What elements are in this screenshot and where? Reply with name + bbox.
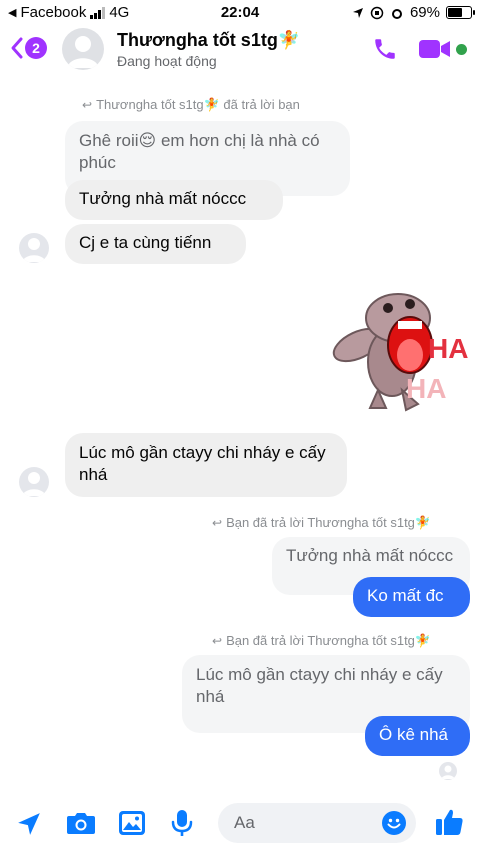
battery-icon <box>446 6 475 19</box>
reply-note: ↩ Thươngha tốt s1tg🧚 đã trả lời bạn <box>82 97 300 113</box>
contact-avatar-small[interactable] <box>19 233 49 263</box>
sticker-text: HA <box>428 333 468 364</box>
gallery-button[interactable] <box>118 810 146 841</box>
contact-name[interactable]: Thươngha tốt s1tg🧚 <box>117 30 300 51</box>
contact-avatar-small[interactable] <box>19 467 49 497</box>
default-avatar-icon <box>22 238 46 262</box>
message-input-field[interactable] <box>218 803 416 843</box>
reply-note: ↩ Bạn đã trả lời Thươngha tốt s1tg🧚 <box>212 633 431 649</box>
reply-note-text: Bạn đã trả lời Thươngha tốt s1tg🧚 <box>226 515 432 530</box>
microphone-icon <box>171 810 193 836</box>
camera-button[interactable] <box>66 811 96 840</box>
voice-message-button[interactable] <box>170 809 194 842</box>
reply-note: ↩ Bạn đã trả lời Thươngha tốt s1tg🧚 <box>212 515 431 531</box>
image-icon <box>119 811 145 835</box>
composer-bar <box>0 795 480 853</box>
reply-arrow-icon: ↩ <box>82 98 93 112</box>
laughing-bunny-sticker[interactable]: HA HA <box>330 290 470 418</box>
location-arrow-icon <box>18 813 40 835</box>
reply-note-text: Bạn đã trả lời Thươngha tốt s1tg🧚 <box>226 633 432 648</box>
default-avatar-icon <box>22 472 46 496</box>
contact-avatar[interactable] <box>62 28 104 70</box>
message-input[interactable] <box>218 803 368 843</box>
incoming-message[interactable]: Lúc mô gần ctayy chi nháy e cấy nhá <box>65 433 347 497</box>
thumbs-up-icon <box>436 809 463 835</box>
orientation-lock-icon <box>370 6 384 19</box>
location-button[interactable] <box>16 811 42 842</box>
video-camera-icon <box>419 40 450 58</box>
sticker-text: HA <box>406 373 446 404</box>
seen-receipt-avatar <box>439 762 457 780</box>
online-indicator <box>456 44 467 55</box>
incoming-message[interactable]: Cj e ta cùng tiếnn <box>65 224 246 264</box>
back-button[interactable]: 2 <box>10 36 47 60</box>
chevron-left-icon <box>11 37 23 59</box>
status-right: 69% <box>352 4 475 21</box>
incoming-message[interactable]: Tưởng nhà mất nóccc <box>65 180 283 220</box>
default-avatar-icon <box>441 765 455 779</box>
location-services-icon <box>352 7 363 18</box>
outgoing-message[interactable]: Ô kê nhá <box>365 716 470 756</box>
battery-fill <box>448 8 463 17</box>
video-call-button[interactable] <box>418 38 452 65</box>
emoji-button[interactable] <box>382 811 406 835</box>
outgoing-message[interactable]: Ko mất đc <box>353 577 470 617</box>
like-button[interactable] <box>434 807 464 842</box>
sticker-image: HA HA <box>332 293 468 412</box>
phone-icon <box>375 39 395 59</box>
chat-header: 2 Thươngha tốt s1tg🧚 Đang hoạt động <box>0 24 480 76</box>
reply-note-text: Thươngha tốt s1tg🧚 đã trả lời bạn <box>96 97 300 112</box>
audio-call-button[interactable] <box>372 36 398 67</box>
camera-icon <box>67 813 95 834</box>
contact-status: Đang hoạt động <box>117 53 217 69</box>
battery-percent: 69% <box>409 4 440 21</box>
reply-arrow-icon: ↩ <box>212 516 223 530</box>
reply-arrow-icon: ↩ <box>212 634 223 648</box>
default-avatar-icon <box>67 36 99 68</box>
alarm-icon <box>391 8 402 19</box>
unread-count-badge: 2 <box>25 37 47 59</box>
status-bar: ◀ Facebook 4G 22:04 69% <box>0 0 480 24</box>
smiley-icon <box>387 818 401 829</box>
